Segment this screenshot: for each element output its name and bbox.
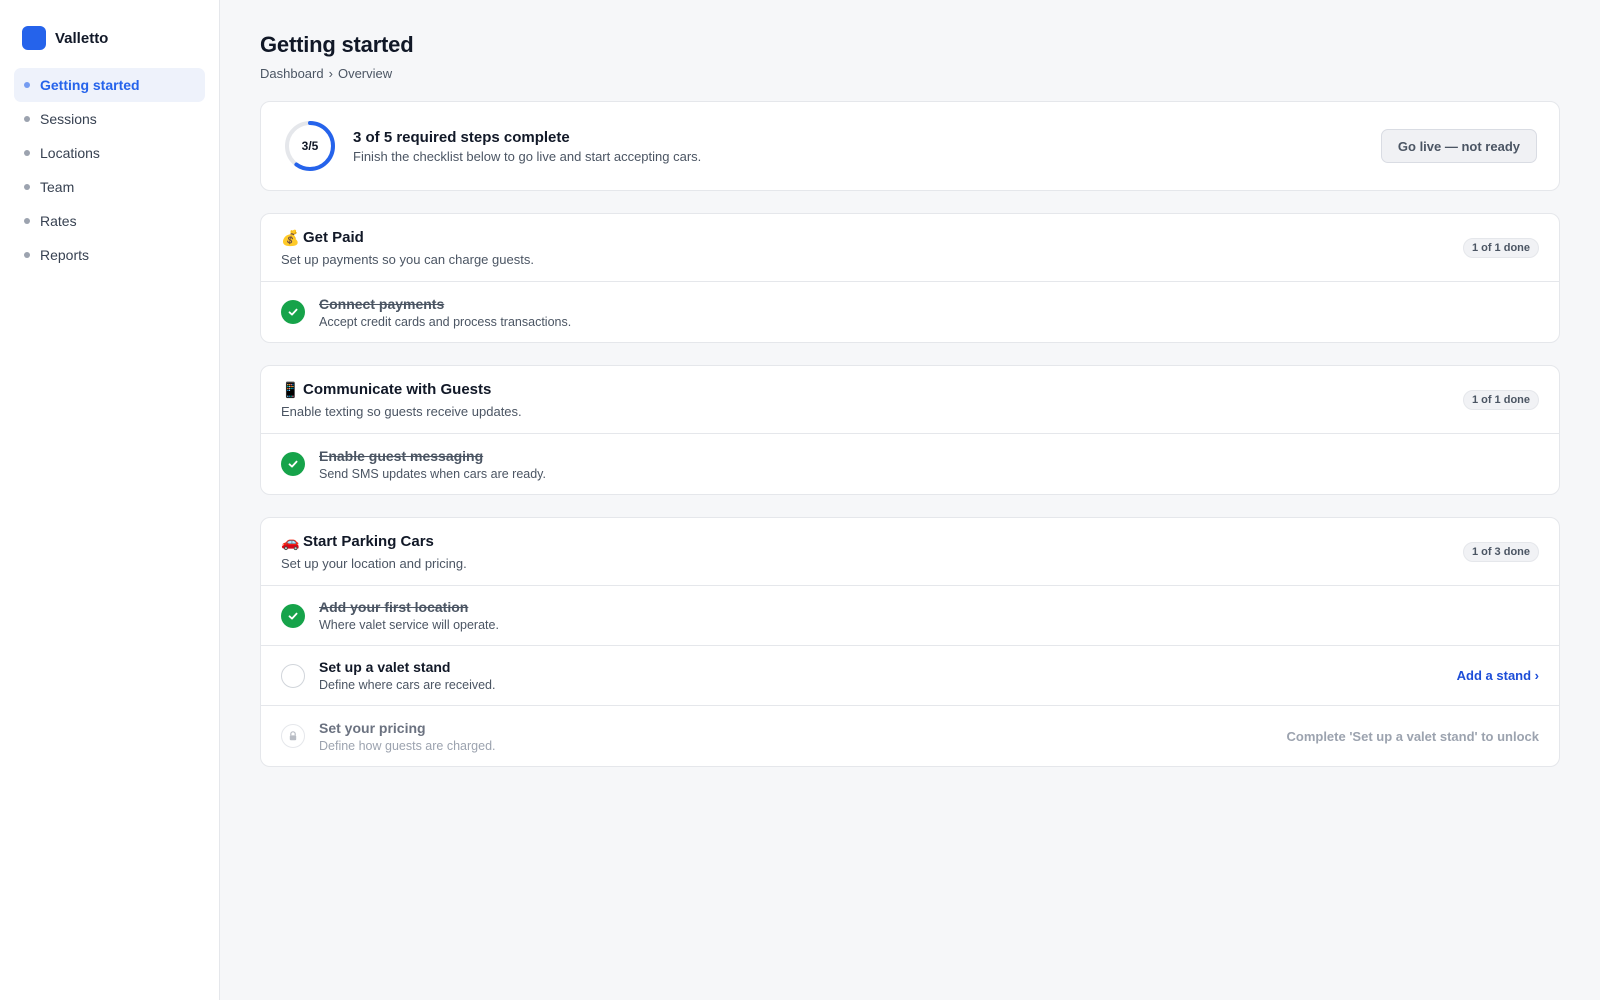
sidebar-item-sessions[interactable]: Sessions <box>14 102 205 136</box>
section-subtitle: Set up payments so you can charge guests… <box>281 251 534 267</box>
progress-summary: 3 of 5 required steps complete Finish th… <box>353 129 1381 164</box>
section-header: 📱 Communicate with Guests Enable texting… <box>261 366 1559 434</box>
money-bag-icon: 💰 <box>281 229 300 247</box>
progress-title: 3 of 5 required steps complete <box>353 128 570 146</box>
task-title: Set up a valet stand <box>319 659 451 675</box>
status-badge: 1 of 1 done <box>1462 389 1539 410</box>
task-subtitle: Accept credit cards and process transact… <box>319 314 572 329</box>
sidebar-nav: Getting started Sessions Locations Team … <box>14 68 205 272</box>
dot-icon <box>24 82 30 88</box>
dot-icon <box>24 218 30 224</box>
check-icon <box>281 300 305 324</box>
task-subtitle: Send SMS updates when cars are ready. <box>319 466 546 481</box>
main-content: Getting started Dashboard › Overview 3/5… <box>220 0 1600 1000</box>
dot-icon <box>24 116 30 122</box>
task-title: Set your pricing <box>319 719 426 736</box>
section-title-text: Communicate with Guests <box>303 381 492 398</box>
page-title: Getting started <box>260 32 414 57</box>
breadcrumb-overview: Overview <box>337 66 393 81</box>
empty-circle-icon <box>281 663 305 688</box>
sidebar-item-getting-started[interactable]: Getting started <box>14 68 205 102</box>
sidebar: Valletto Getting started Sessions Locati… <box>0 0 220 1000</box>
task-subtitle: Where valet service will operate. <box>319 618 499 632</box>
section-title: 📱 Communicate with Guests <box>281 381 1463 399</box>
progress-ring: 3/5 <box>283 119 337 173</box>
section-subtitle: Set up your location and pricing. <box>281 555 467 571</box>
breadcrumb-separator: › <box>328 66 333 81</box>
task-subtitle: Define how guests are charged. <box>319 738 496 753</box>
task-title: Connect payments <box>319 295 445 312</box>
task-add-first-location[interactable]: Add your first location Where valet serv… <box>261 586 1559 646</box>
section-title: 🚗 Start Parking Cars <box>281 533 1463 551</box>
sidebar-item-label: Team <box>40 179 75 195</box>
breadcrumb-dashboard[interactable]: Dashboard <box>260 66 324 81</box>
section-title: 💰 Get Paid <box>281 229 1463 247</box>
sidebar-item-rates[interactable]: Rates <box>14 204 205 238</box>
section-title-text: Start Parking Cars <box>303 533 434 550</box>
section-header: 💰 Get Paid Set up payments so you can ch… <box>261 214 1559 282</box>
sidebar-item-label: Rates <box>40 213 77 229</box>
mobile-phone-icon: 📱 <box>281 381 300 399</box>
task-title: Add your first location <box>319 599 469 615</box>
progress-subtitle: Finish the checklist below to go live an… <box>353 148 702 164</box>
brand-name: Valletto <box>55 29 109 47</box>
task-enable-guest-messaging[interactable]: Enable guest messaging Send SMS updates … <box>261 434 1559 494</box>
check-icon <box>281 452 305 476</box>
task-set-up-valet-stand[interactable]: Set up a valet stand Define where cars a… <box>261 646 1559 706</box>
section-header: 🚗 Start Parking Cars Set up your locatio… <box>261 518 1559 586</box>
sidebar-item-label: Reports <box>40 247 90 263</box>
add-stand-link[interactable]: Add a stand › <box>1457 668 1539 683</box>
task-subtitle: Define where cars are received. <box>319 678 496 692</box>
dot-icon <box>24 184 30 190</box>
lock-note: Complete 'Set up a valet stand' to unloc… <box>1286 728 1539 744</box>
lock-icon <box>281 724 305 748</box>
dot-icon <box>24 252 30 258</box>
sidebar-item-label: Sessions <box>40 111 97 127</box>
progress-ring-label: 3/5 <box>301 139 319 153</box>
sidebar-item-team[interactable]: Team <box>14 170 205 204</box>
breadcrumb: Dashboard › Overview <box>260 66 1560 81</box>
status-badge: 1 of 1 done <box>1462 237 1539 258</box>
sidebar-item-label: Getting started <box>40 77 140 93</box>
task-connect-payments[interactable]: Connect payments Accept credit cards and… <box>261 282 1559 342</box>
progress-card: 3/5 3 of 5 required steps complete Finis… <box>260 101 1560 191</box>
brand[interactable]: Valletto <box>14 26 205 50</box>
sidebar-item-locations[interactable]: Locations <box>14 136 205 170</box>
sidebar-item-reports[interactable]: Reports <box>14 238 205 272</box>
task-set-your-pricing: Set your pricing Define how guests are c… <box>261 706 1559 766</box>
status-badge: 1 of 3 done <box>1462 541 1539 562</box>
brand-logo-icon <box>22 26 46 50</box>
dot-icon <box>24 150 30 156</box>
check-icon <box>281 603 305 628</box>
section-subtitle: Enable texting so guests receive updates… <box>281 403 522 419</box>
section-title-text: Get Paid <box>303 229 364 246</box>
go-live-button[interactable]: Go live — not ready <box>1380 129 1537 163</box>
section-get-paid: 💰 Get Paid Set up payments so you can ch… <box>260 213 1560 343</box>
car-icon: 🚗 <box>281 533 300 551</box>
section-start-parking-cars: 🚗 Start Parking Cars Set up your locatio… <box>260 517 1560 767</box>
section-communicate-with-guests: 📱 Communicate with Guests Enable texting… <box>260 365 1560 495</box>
sidebar-item-label: Locations <box>40 145 100 161</box>
task-title: Enable guest messaging <box>319 447 484 464</box>
